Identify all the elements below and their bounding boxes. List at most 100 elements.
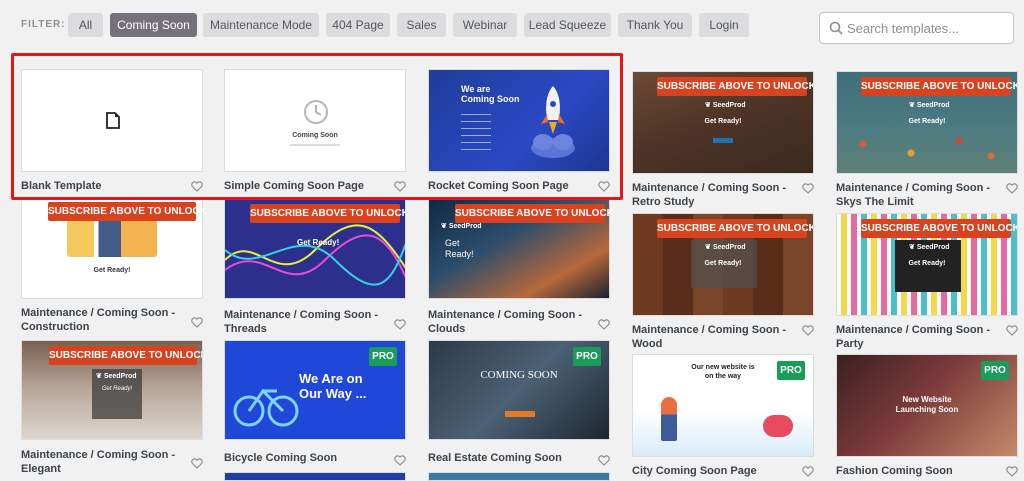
filter-pill-thank-you[interactable]: Thank You [618,13,692,37]
heart-icon[interactable] [598,453,610,466]
heart-icon[interactable] [802,323,814,336]
filter-pill-login[interactable]: Login [699,13,749,37]
seedprod-leaf-icon: ❦ [909,244,915,251]
search-box[interactable] [819,12,1014,44]
template-card-partial[interactable] [224,472,406,481]
thumb-heading: Our new website is [691,364,755,371]
thumb-heading: Get Ready! [101,386,133,392]
template-card-partial[interactable] [428,472,610,481]
heart-icon[interactable] [394,453,406,466]
thumb-button [505,411,535,417]
template-title: Maintenance / Coming Soon - Clouds [428,309,583,335]
template-title: Maintenance / Coming Soon - Threads [224,309,379,335]
thumb-heading: Launching Soon [895,405,959,414]
template-thumbnail[interactable]: PRO COMING SOON [428,340,610,440]
heart-icon[interactable] [1006,323,1018,336]
heart-icon[interactable] [1006,181,1018,194]
seedprod-leaf-icon: ❦ [909,102,915,109]
filter-pill-maintenance-mode[interactable]: Maintenance Mode [203,13,319,37]
construction-illustration [67,215,157,257]
template-thumbnail[interactable]: Coming Soon [224,69,406,172]
filter-pill-coming-soon[interactable]: Coming Soon [110,13,197,37]
heart-icon[interactable] [394,179,406,192]
template-title: Maintenance / Coming Soon - Retro Study [632,182,787,208]
filter-pill-all[interactable]: All [68,13,103,37]
seedprod-logo: ❦ SeedProd [705,101,746,109]
template-title: Maintenance / Coming Soon - Elegant [21,449,176,475]
thumb-heading: Ready! [445,249,474,259]
template-thumbnail[interactable]: SUBSCRIBE ABOVE TO UNLOCK ❦ SeedProd Get… [836,213,1018,316]
template-thumbnail[interactable]: SUBSCRIBE ABOVE TO UNLOCK ❦ SeedProd Get… [632,213,814,316]
template-title: Maintenance / Coming Soon - Party [836,324,991,350]
thumb-heading: Our Way ... [299,386,367,401]
filter-label: FILTER: [21,19,66,30]
seedprod-wordmark: SeedProd [103,373,137,380]
heart-icon[interactable] [1006,464,1018,477]
template-thumbnail[interactable]: PRO We Are on Our Way ... [224,340,406,440]
thumb-subtext-bar [290,144,340,146]
seedprod-wordmark: SeedProd [712,102,746,109]
template-thumbnail[interactable] [21,69,203,172]
thumb-heading: COMING SOON [480,369,558,381]
thumb-heading: Get Ready! [297,238,340,247]
search-input[interactable] [847,17,1007,39]
filter-pill-webinar[interactable]: Webinar [453,13,517,37]
thumb-heading: We Are on [299,371,363,386]
template-title: Simple Coming Soon Page [224,180,364,192]
clock-icon [303,99,329,130]
filter-pill-lead-squeeze[interactable]: Lead Squeeze [524,13,611,37]
template-thumbnail[interactable]: SUBSCRIBE ABOVE TO UNLOCK ❦ SeedProd Get… [21,340,203,440]
filter-bar: FILTER: All Coming Soon Maintenance Mode… [0,0,1024,54]
thumb-heading: New Website [902,395,952,404]
template-title: Maintenance / Coming Soon - Wood [632,324,787,350]
template-thumbnail[interactable]: PRO Our new website is on the way [632,354,814,457]
thumb-heading: Get [445,238,460,248]
seedprod-logo: ❦ SeedProd [909,101,950,109]
heart-icon[interactable] [598,179,610,192]
heart-icon[interactable] [802,181,814,194]
heart-icon[interactable] [191,179,203,192]
file-icon [106,112,120,134]
heart-icon[interactable] [394,317,406,330]
seedprod-leaf-icon: ❦ [705,244,711,251]
subscribe-badge: SUBSCRIBE ABOVE TO UNLOCK [49,346,202,365]
thumb-heading: on the way [704,373,742,380]
seedprod-logo: ❦ SeedProd [96,372,137,380]
template-title: Bicycle Coming Soon [224,452,338,464]
thumb-button [713,138,733,143]
template-title: Maintenance / Coming Soon - Skys The Lim… [836,182,991,208]
seedprod-leaf-icon: ❦ [705,102,711,109]
template-title: Rocket Coming Soon Page [428,180,569,192]
thumb-heading: We are [461,84,491,94]
heart-icon[interactable] [191,456,203,469]
subscribe-badge: SUBSCRIBE ABOVE TO UNLOCK [250,204,409,223]
template-thumbnail[interactable]: SUBSCRIBE ABOVE TO UNLOCK ❦ SeedProd Get… [632,71,814,174]
heart-icon[interactable] [598,317,610,330]
bicycle-illustration [233,388,299,427]
template-title: City Coming Soon Page [632,465,757,477]
thumb-heading: Get Ready! [908,118,946,125]
template-title: Blank Template [21,180,102,192]
heart-icon[interactable] [802,464,814,477]
template-thumbnail[interactable]: PRO New Website Launching Soon [836,354,1018,457]
thumb-heading: Coming Soon [461,94,520,104]
filter-pill-sales[interactable]: Sales [397,13,446,37]
filter-pill-404-page[interactable]: 404 Page [326,13,390,37]
template-thumbnail[interactable]: We are Coming Soon [428,69,610,172]
template-title: Maintenance / Coming Soon - Construction [21,307,176,333]
template-thumbnail[interactable]: SUBSCRIBE ABOVE TO UNLOCK ❦ SeedProd Get… [836,71,1018,174]
seedprod-logo: ❦ SeedProd [909,243,950,251]
balloons [847,132,1007,162]
subscribe-badge: SUBSCRIBE ABOVE TO UNLOCK [455,204,614,223]
seedprod-wordmark: SeedProd [916,102,950,109]
heart-icon[interactable] [191,315,203,328]
person-illustration [661,397,677,441]
thumb-heading: Get Ready! [908,260,946,267]
template-title: Fashion Coming Soon [836,465,953,477]
pro-badge: PRO [573,347,601,366]
pro-badge: PRO [369,347,397,366]
seedprod-logo: ❦ SeedProd [705,243,746,251]
search-icon [829,21,843,40]
scooter-illustration [763,415,793,437]
seedprod-leaf-icon: ❦ [96,373,102,380]
